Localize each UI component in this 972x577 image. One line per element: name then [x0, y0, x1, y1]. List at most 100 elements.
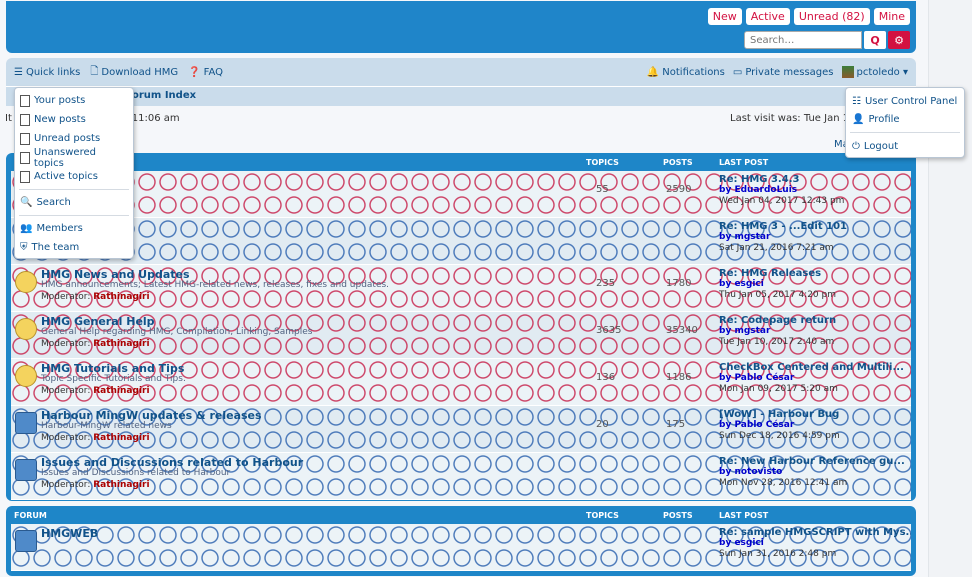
- mine-link[interactable]: Mine: [873, 8, 910, 25]
- search-input[interactable]: [744, 31, 862, 49]
- forum-row[interactable]: HMG News and Updates HMG announcements; L…: [11, 265, 911, 312]
- private-messages-link[interactable]: ▭ Private messages: [733, 67, 834, 78]
- menu-new-posts[interactable]: New posts: [15, 110, 133, 129]
- menu-label: Active topics: [34, 171, 98, 182]
- forum-row[interactable]: Issues and Discussions related to Harbou…: [11, 453, 911, 500]
- page-icon: [20, 113, 30, 126]
- notifications-link[interactable]: 🔔 Notifications: [647, 67, 725, 78]
- search-box: Q ⚙: [744, 31, 910, 49]
- topics-count: 3635: [596, 325, 622, 336]
- menu-divider: [19, 215, 129, 216]
- last-post-author[interactable]: by Pablo César: [719, 420, 840, 431]
- last-post: Re: HMG Releases by esgici Thu Jan 05, 201…: [719, 268, 836, 301]
- power-icon: ⏻: [852, 140, 860, 152]
- last-post: Re: New Harbour Reference gu... by notovi…: [719, 456, 905, 489]
- new-link[interactable]: New: [707, 8, 742, 25]
- last-post-title[interactable]: Re: Codepage return: [719, 315, 836, 326]
- last-post-title[interactable]: CheckBox Centered and Multili...: [719, 362, 904, 373]
- faq-link[interactable]: ❓ FAQ: [188, 67, 223, 78]
- menu-team[interactable]: ⛨ The team: [15, 238, 133, 257]
- forum-row[interactable]: 55 2590 Re: HMG 3.4.3 by EduardoLuis Wed Jan…: [11, 171, 911, 218]
- forum-row[interactable]: HMG Tutorials and Tips Topic Specific Tut…: [11, 359, 911, 406]
- menu-unread-posts[interactable]: Unread posts: [15, 129, 133, 148]
- moderator-link[interactable]: Rathinagiri: [93, 433, 149, 443]
- header-links: New Active Unread (82) Mine: [707, 8, 910, 25]
- moderator-link[interactable]: Rathinagiri: [93, 386, 149, 396]
- last-post-title[interactable]: Re: New Harbour Reference gu...: [719, 456, 905, 467]
- posts-count: 175: [666, 419, 686, 430]
- menu-unanswered-topics[interactable]: Unanswered topics: [15, 147, 133, 169]
- last-post-title[interactable]: [WoW] - Harbour Bug: [719, 409, 840, 420]
- forum-status-icon: [15, 459, 37, 481]
- breadcrumb-index[interactable]: orum Index: [132, 90, 196, 101]
- last-post-title[interactable]: Re: HMG 3 - ...Edit 101: [719, 221, 847, 232]
- quick-links-menu: Your posts New posts Unread posts Unansw…: [14, 87, 134, 259]
- quick-links-button[interactable]: ☰ Quick links: [14, 67, 80, 78]
- inbox-icon: ▭: [732, 66, 743, 78]
- hamburger-icon: ☰: [14, 66, 23, 78]
- menu-user-control-panel[interactable]: ☷ User Control Panel: [846, 92, 964, 110]
- menu-label: Unread posts: [34, 133, 101, 144]
- forum-category-block: TOPICS POSTS LAST POST 55 2590 Re: HMG 3.4…: [6, 153, 916, 501]
- last-post: Re: HMG 3.4.3 by EduardoLuis Wed Jan 04, 2…: [719, 174, 844, 207]
- menu-your-posts[interactable]: Your posts: [15, 91, 133, 110]
- last-post: Re: sample HMGSCRIPT with Mys... by esgic…: [719, 527, 911, 560]
- forum-row[interactable]: HMG General Help General Help regarding H…: [11, 312, 911, 359]
- menu-label: Profile: [868, 113, 900, 125]
- page-icon: [20, 151, 30, 164]
- last-post-title[interactable]: Re: HMG Releases: [719, 268, 836, 279]
- last-post-date: Sun Jan 31, 2016 2:48 pm: [719, 549, 837, 559]
- forum-row[interactable]: Re: HMG 3 - ...Edit 101 by mgstar Sat Jan …: [11, 218, 911, 265]
- last-post-author[interactable]: by esgici: [719, 538, 911, 549]
- last-post-header: LAST POST: [719, 158, 769, 167]
- menu-label: Search: [36, 197, 71, 208]
- navbar: ☰ Quick links 🗋 Download HMG ❓ FAQ 🔔 Notific…: [6, 58, 916, 86]
- forum-row[interactable]: HMGWEB Re: sample HMGSCRIPT with Mys... by…: [11, 524, 911, 571]
- forum-row[interactable]: Harbour MingW updates & releases Harbour-…: [11, 406, 911, 453]
- user-icon: 👤: [852, 113, 865, 125]
- last-post: CheckBox Centered and Multili... by Pablo…: [719, 362, 904, 395]
- forum-description: General Help regarding HMG, Compilation,…: [41, 327, 313, 337]
- posts-header: POSTS: [663, 158, 693, 167]
- forum-title-link[interactable]: HMGWEB: [41, 527, 98, 540]
- forum-moderator: Moderator: Rathinagiri: [41, 339, 150, 349]
- shield-icon: ⛨: [20, 242, 28, 253]
- advanced-search-button[interactable]: ⚙: [888, 31, 910, 49]
- menu-search[interactable]: 🔍 Search: [15, 193, 133, 212]
- active-link[interactable]: Active: [745, 8, 790, 25]
- last-post-author[interactable]: by EduardoLuis: [719, 185, 844, 196]
- download-link[interactable]: 🗋 Download HMG: [90, 64, 178, 81]
- last-post-date: Sat Jan 21, 2016 7:21 am: [719, 243, 834, 253]
- forum-status-icon: [15, 271, 37, 293]
- page-icon: [20, 132, 30, 145]
- last-post-date: Tue Jan 10, 2017 2:40 am: [719, 337, 835, 347]
- last-post-author[interactable]: by mgstar: [719, 232, 847, 243]
- menu-profile[interactable]: 👤 Profile: [846, 110, 964, 128]
- moderator-link[interactable]: Rathinagiri: [93, 339, 149, 349]
- unread-link[interactable]: Unread (82): [793, 8, 870, 25]
- user-menu-button[interactable]: pctoledo ▾: [841, 66, 908, 78]
- moderator-link[interactable]: Rathinagiri: [93, 292, 149, 302]
- pm-label: Private messages: [745, 66, 834, 78]
- last-post-author[interactable]: by notovisto: [719, 467, 905, 478]
- forum-moderator: Moderator: Rathinagiri: [41, 433, 150, 443]
- search-button[interactable]: Q: [864, 31, 886, 49]
- menu-members[interactable]: 👥 Members: [15, 219, 133, 238]
- last-post-author[interactable]: by Pablo César: [719, 373, 904, 384]
- menu-logout[interactable]: ⏻ Logout: [846, 137, 964, 155]
- question-icon: ❓: [188, 66, 201, 78]
- forum-status-icon: [15, 365, 37, 387]
- topics-count: 55: [596, 184, 609, 195]
- last-post-author[interactable]: by mgstar: [719, 326, 836, 337]
- last-post-title[interactable]: Re: sample HMGSCRIPT with Mys...: [719, 527, 911, 538]
- posts-count: 1186: [666, 372, 692, 383]
- last-post: Re: Codepage return by mgstar Tue Jan 10, …: [719, 315, 836, 348]
- forum-category-block-2: FORUM TOPICS POSTS LAST POST HMGWEB Re: s…: [6, 506, 916, 576]
- moderator-link[interactable]: Rathinagiri: [93, 480, 149, 490]
- menu-active-topics[interactable]: Active topics: [15, 167, 133, 186]
- last-post-title[interactable]: Re: HMG 3.4.3: [719, 174, 844, 185]
- last-post-date: Mon Jan 09, 2017 5:20 am: [719, 384, 838, 394]
- last-post-date: Wed Jan 04, 2017 12:43 pm: [719, 196, 845, 206]
- last-post-author[interactable]: by esgici: [719, 279, 836, 290]
- forum-status-icon: [15, 412, 37, 434]
